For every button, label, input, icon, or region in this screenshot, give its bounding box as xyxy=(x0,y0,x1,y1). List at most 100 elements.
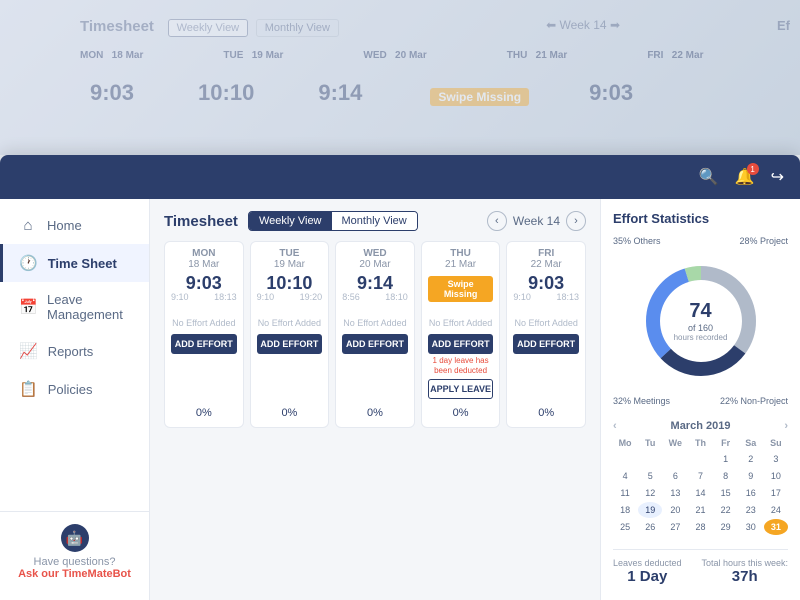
day-col-mon: MON 18 Mar 9:03 9:10 18:13 No Effort Add… xyxy=(164,241,244,428)
bg-effort-label: Ef xyxy=(777,18,790,33)
tue-time-range: 9:10 19:20 xyxy=(257,292,323,302)
wed-no-effort: No Effort Added xyxy=(343,318,406,328)
search-icon[interactable]: 🔍 xyxy=(699,167,719,187)
cal-day-18[interactable]: 18 xyxy=(613,502,637,518)
tue-add-effort-btn[interactable]: ADD EFFORT xyxy=(257,334,323,354)
view-tabs: Weekly View Monthly View xyxy=(248,211,418,231)
fri-time: 9:03 xyxy=(528,274,564,292)
sidebar-item-leave[interactable]: 📅 Leave Management xyxy=(0,282,149,332)
fri-date: 22 Mar xyxy=(531,259,562,270)
monthly-view-tab[interactable]: Monthly View xyxy=(332,212,417,230)
others-label: 35% Others xyxy=(613,236,701,246)
mon-day-label: MON xyxy=(192,248,215,259)
sidebar-label-home: Home xyxy=(47,218,82,233)
calendar-header: ‹ March 2019 › xyxy=(613,420,788,432)
cal-day-2[interactable]: 2 xyxy=(739,451,763,467)
sidebar-item-home[interactable]: ⌂ Home xyxy=(0,207,149,244)
cal-header-tu: Tu xyxy=(638,436,662,450)
calendar-icon: 📅 xyxy=(19,298,37,316)
tue-no-effort: No Effort Added xyxy=(258,318,321,328)
thu-no-effort: No Effort Added xyxy=(429,318,492,328)
calendar-month: March 2019 xyxy=(671,420,731,432)
wed-time: 9:14 xyxy=(357,274,393,292)
cal-day-empty-4 xyxy=(688,451,712,467)
cal-day-26[interactable]: 26 xyxy=(638,519,662,535)
tue-time: 10:10 xyxy=(266,274,312,292)
cal-header-su: Su xyxy=(764,436,788,450)
mon-date: 18 Mar xyxy=(188,259,219,270)
sidebar-bottom: 🤖 Have questions? Ask our TimeMateBot xyxy=(0,511,149,592)
cal-day-14[interactable]: 14 xyxy=(688,485,712,501)
cal-day-29[interactable]: 29 xyxy=(714,519,738,535)
day-col-wed: WED 20 Mar 9:14 8:56 18:10 No Effort Add… xyxy=(335,241,415,428)
thu-apply-leave-btn[interactable]: APPLY LEAVE xyxy=(428,379,494,399)
wed-day-label: WED xyxy=(363,248,386,259)
cal-header-th: Th xyxy=(688,436,712,450)
cal-header-fr: Fr xyxy=(714,436,738,450)
donut-center: 74 of 160 hours recorded xyxy=(674,300,728,342)
cal-day-24[interactable]: 24 xyxy=(764,502,788,518)
project-label: 28% Project xyxy=(701,236,789,246)
cal-day-30[interactable]: 30 xyxy=(739,519,763,535)
next-week-btn[interactable]: › xyxy=(566,211,586,231)
cal-day-23[interactable]: 23 xyxy=(739,502,763,518)
leaves-value: 1 Day xyxy=(613,568,682,585)
cal-day-12[interactable]: 12 xyxy=(638,485,662,501)
tue-start: 9:10 xyxy=(257,292,275,302)
wed-add-effort-btn[interactable]: ADD EFFORT xyxy=(342,334,408,354)
logout-icon[interactable]: ↪ xyxy=(771,167,784,187)
cal-day-5[interactable]: 5 xyxy=(638,468,662,484)
cal-day-20[interactable]: 20 xyxy=(663,502,687,518)
cal-day-15[interactable]: 15 xyxy=(714,485,738,501)
mon-time: 9:03 xyxy=(186,274,222,292)
cal-day-16[interactable]: 16 xyxy=(739,485,763,501)
mon-time-range: 9:10 18:13 xyxy=(171,292,237,302)
cal-day-22[interactable]: 22 xyxy=(714,502,738,518)
home-icon: ⌂ xyxy=(19,217,37,234)
cal-day-7[interactable]: 7 xyxy=(688,468,712,484)
cal-day-27[interactable]: 27 xyxy=(663,519,687,535)
cal-day-13[interactable]: 13 xyxy=(663,485,687,501)
cal-day-11[interactable]: 11 xyxy=(613,485,637,501)
fri-add-effort-btn[interactable]: ADD EFFORT xyxy=(513,334,579,354)
thu-add-effort-btn[interactable]: ADD EFFORT xyxy=(428,334,494,354)
content-area: Timesheet Weekly View Monthly View ‹ Wee… xyxy=(150,199,800,600)
days-grid: MON 18 Mar 9:03 9:10 18:13 No Effort Add… xyxy=(164,241,586,428)
cal-day-28[interactable]: 28 xyxy=(688,519,712,535)
leaves-stat: Leaves deducted 1 Day xyxy=(613,558,682,585)
effort-title: Effort Statistics xyxy=(613,211,788,226)
nonproj-label: 22% Non-Project xyxy=(701,396,789,406)
calendar-grid: Mo Tu We Th Fr Sa Su 1 2 3 xyxy=(613,436,788,535)
weekly-view-tab[interactable]: Weekly View xyxy=(249,212,332,230)
donut-main-number: 74 xyxy=(689,300,711,322)
cal-header-sa: Sa xyxy=(739,436,763,450)
sidebar-item-timesheet[interactable]: 🕐 Time Sheet xyxy=(0,244,149,282)
prev-week-btn[interactable]: ‹ xyxy=(487,211,507,231)
cal-day-6[interactable]: 6 xyxy=(663,468,687,484)
cal-day-21[interactable]: 21 xyxy=(688,502,712,518)
cal-day-9[interactable]: 9 xyxy=(739,468,763,484)
cal-day-19[interactable]: 19 xyxy=(638,502,662,518)
hours-label: Total hours this week: xyxy=(701,558,788,568)
prev-month-btn[interactable]: ‹ xyxy=(613,420,617,432)
wed-end: 18:10 xyxy=(385,292,408,302)
thu-date: 21 Mar xyxy=(445,259,476,270)
cal-day-4[interactable]: 4 xyxy=(613,468,637,484)
day-col-thu: THU 21 Mar Swipe Missing No Effort Added… xyxy=(421,241,501,428)
cal-day-1[interactable]: 1 xyxy=(714,451,738,467)
bot-link[interactable]: Ask our TimeMateBot xyxy=(16,568,133,580)
sidebar-label-leave: Leave Management xyxy=(47,292,133,322)
cal-day-8[interactable]: 8 xyxy=(714,468,738,484)
mon-add-effort-btn[interactable]: ADD EFFORT xyxy=(171,334,237,354)
cal-day-3[interactable]: 3 xyxy=(764,451,788,467)
cal-day-10[interactable]: 10 xyxy=(764,468,788,484)
donut-number: 74 xyxy=(674,300,728,323)
bot-icon: 🤖 xyxy=(61,524,89,552)
notification-bell-wrapper: 🔔 1 xyxy=(735,167,755,187)
cal-day-31[interactable]: 31 xyxy=(764,519,788,535)
sidebar-item-reports[interactable]: 📈 Reports xyxy=(0,332,149,370)
cal-day-25[interactable]: 25 xyxy=(613,519,637,535)
sidebar-item-policies[interactable]: 📋 Policies xyxy=(0,370,149,408)
cal-day-17[interactable]: 17 xyxy=(764,485,788,501)
next-month-btn[interactable]: › xyxy=(784,420,788,432)
